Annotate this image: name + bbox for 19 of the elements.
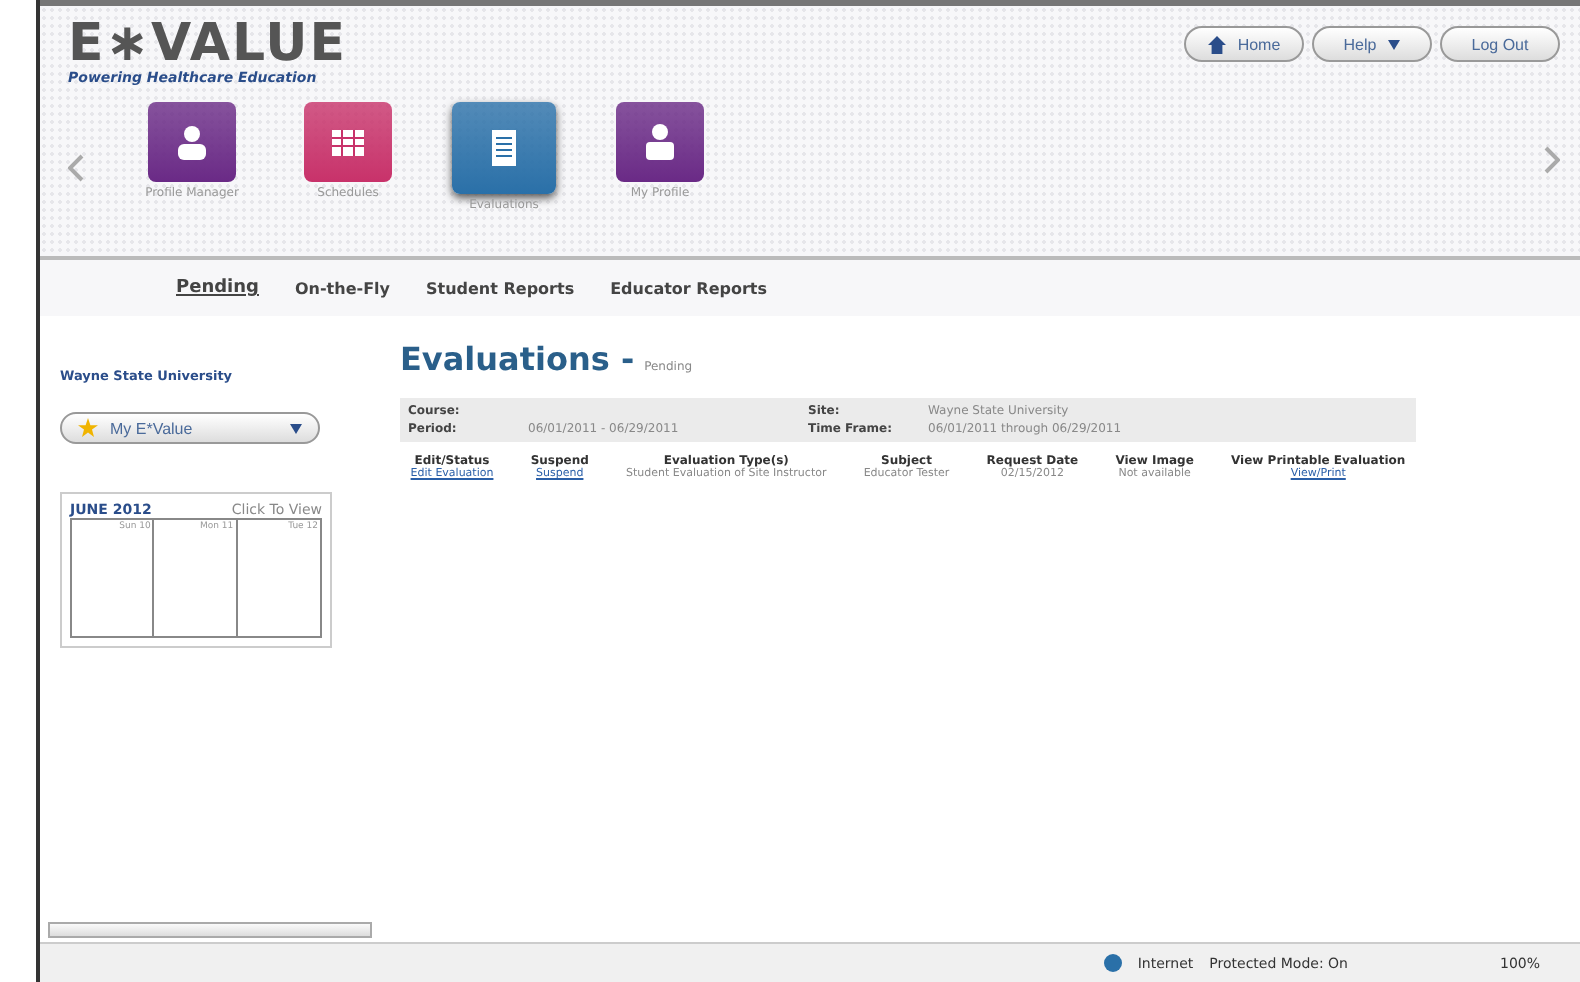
page-title: Evaluations - [400,340,635,378]
tab[interactable]: Pending [176,278,259,298]
horizontal-scrollbar[interactable] [48,922,372,938]
logo: E∗VALUE [68,18,348,70]
home-button[interactable]: Home [1184,26,1304,62]
tab[interactable]: On-the-Fly [294,279,390,297]
caret-icon [290,423,302,433]
tab[interactable]: Student Reports [426,279,575,297]
app-tile[interactable] [452,102,556,194]
star-icon [78,418,98,438]
app-tile[interactable] [148,102,236,182]
app-tile[interactable] [304,102,392,182]
tab[interactable]: Educator Reports [610,279,767,297]
help-button[interactable]: Help [1312,26,1432,62]
app-tile[interactable] [616,102,704,182]
my-evalue-menu[interactable]: My E*Value [60,412,320,444]
logout-button[interactable]: Log Out [1440,26,1560,62]
house-icon [1207,35,1226,53]
caret-icon [1388,39,1401,49]
